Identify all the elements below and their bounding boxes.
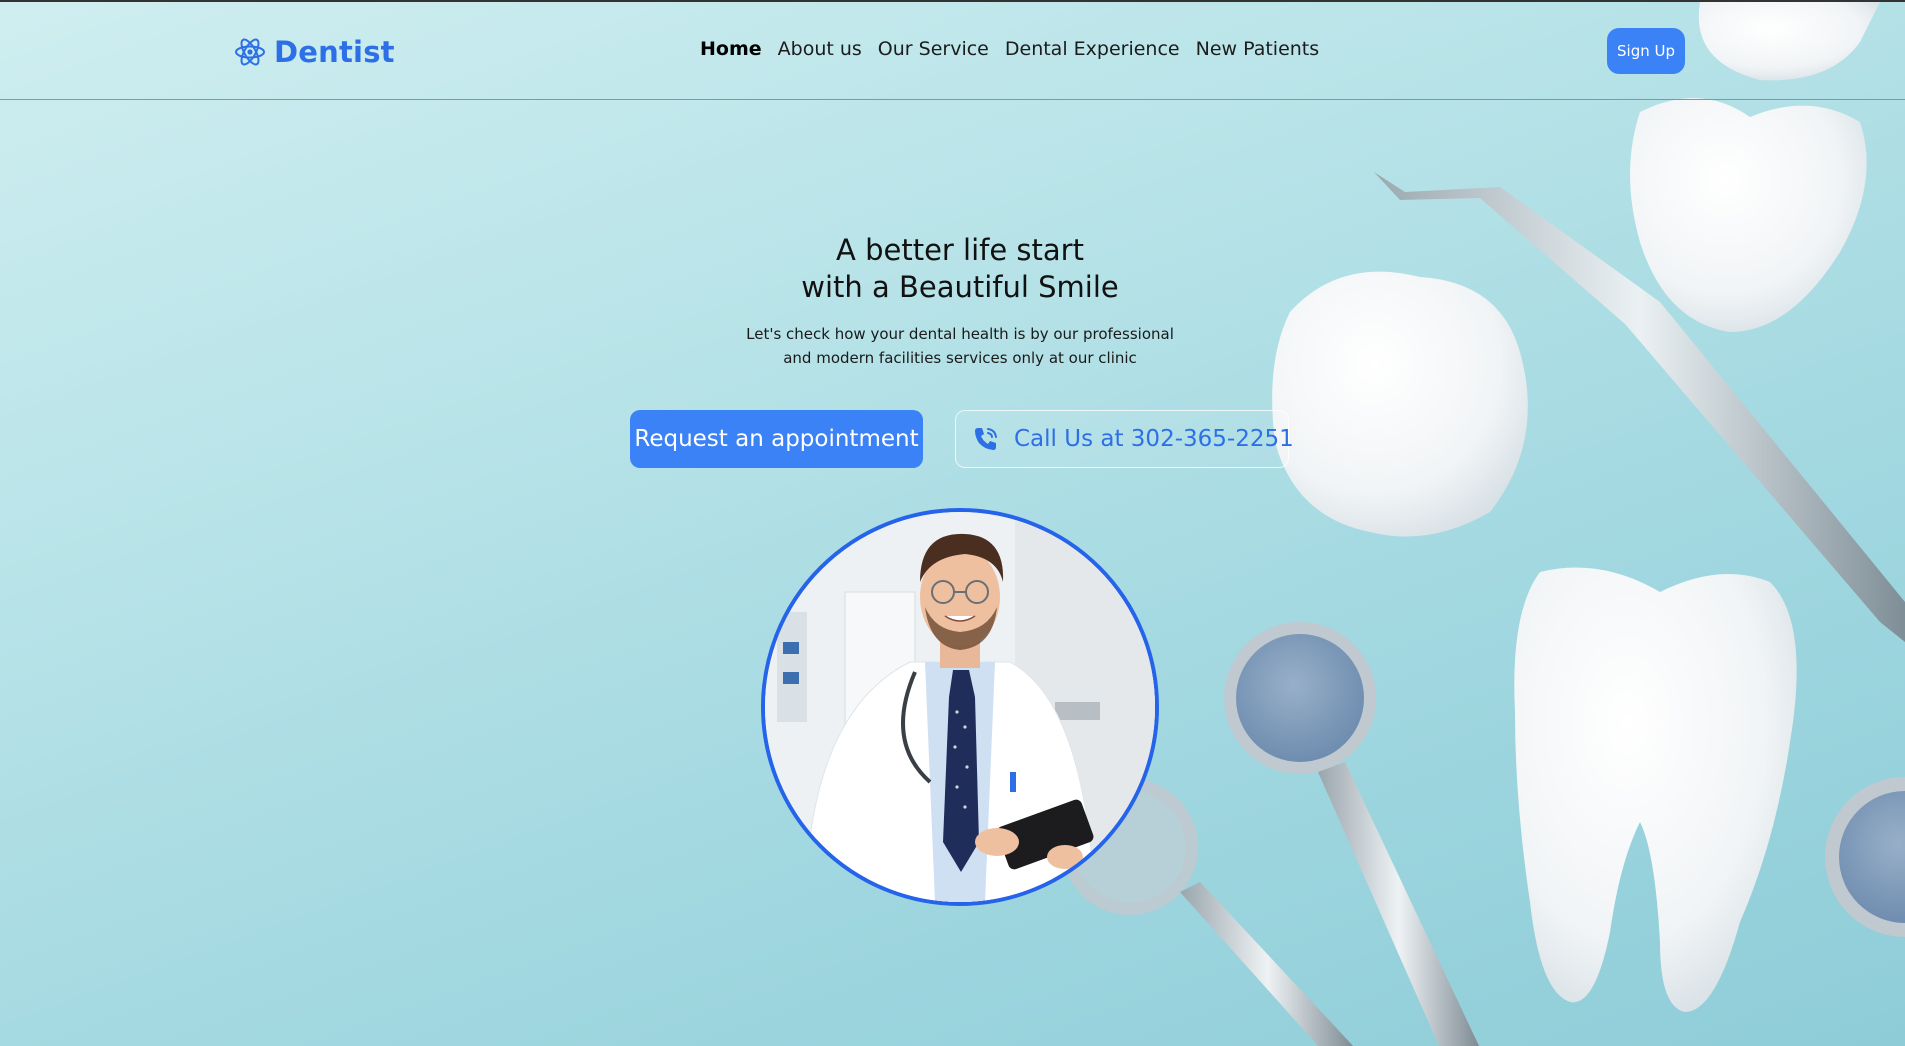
request-appointment-button[interactable]: Request an appointment (630, 410, 923, 468)
nav-item-about-us[interactable]: About us (778, 38, 862, 60)
hero-subtitle-line-2: and modern facilities services only at o… (783, 349, 1137, 367)
main-nav: Home About us Our Service Dental Experie… (700, 38, 1319, 60)
brand-logo-link[interactable]: Dentist (234, 32, 395, 72)
nav-item-our-service[interactable]: Our Service (878, 38, 989, 60)
sign-up-button[interactable]: Sign Up (1607, 28, 1685, 74)
page: Dentist Home About us Our Service Dental… (0, 0, 1905, 1046)
brand-name: Dentist (274, 35, 395, 69)
call-us-label: Call Us at 302-365-2251 (1014, 426, 1294, 452)
hero-subtitle-line-1: Let's check how your dental health is by… (746, 325, 1174, 343)
nav-item-new-patients[interactable]: New Patients (1196, 38, 1320, 60)
nav-item-home[interactable]: Home (700, 38, 762, 60)
hero-title-line-2: with a Beautiful Smile (801, 270, 1119, 304)
site-header: Dentist Home About us Our Service Dental… (0, 2, 1905, 100)
hero-subtitle: Let's check how your dental health is by… (0, 322, 1905, 370)
hero-title-line-1: A better life start (836, 233, 1084, 267)
atom-icon (234, 36, 266, 68)
hero-title: A better life start with a Beautiful Smi… (0, 232, 1905, 306)
call-us-button[interactable]: Call Us at 302-365-2251 (955, 410, 1294, 468)
phone-icon (972, 425, 1000, 453)
doctor-photo (761, 508, 1159, 906)
nav-item-dental-experience[interactable]: Dental Experience (1005, 38, 1180, 60)
